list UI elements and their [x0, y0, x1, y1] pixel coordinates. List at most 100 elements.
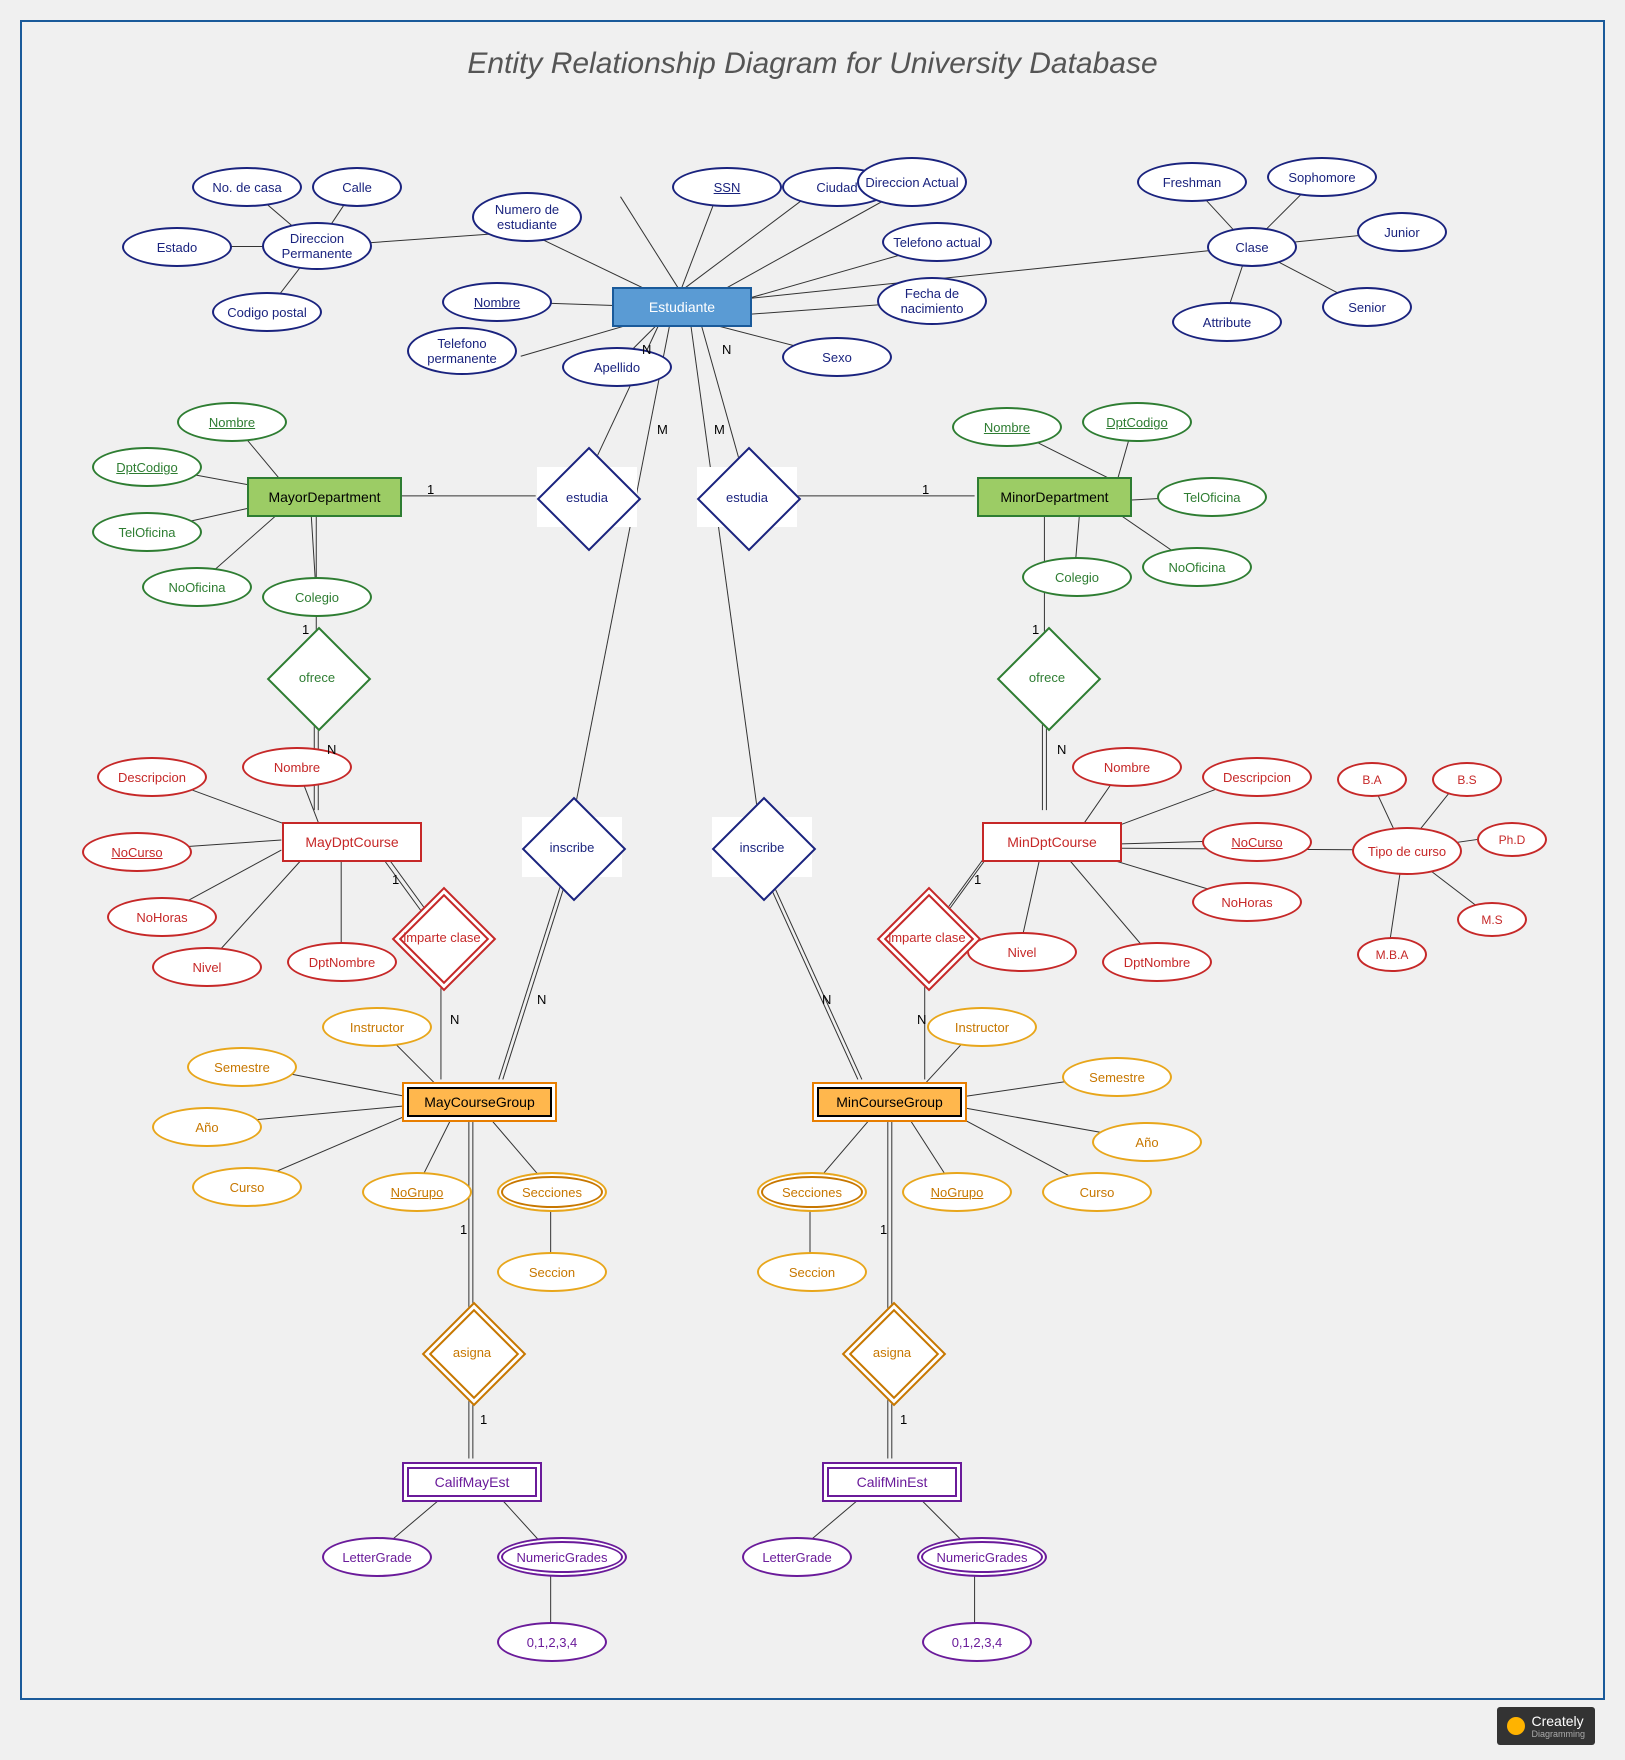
attr-minc-descripcion: Descripcion — [1202, 757, 1312, 797]
rel-inscribe-right: inscribe — [712, 817, 812, 877]
card-n2: N — [722, 342, 731, 357]
card-n3: N — [327, 742, 336, 757]
card-one4: 1 — [1032, 622, 1039, 637]
card-m2: M — [714, 422, 725, 437]
card-n6: N — [917, 1012, 926, 1027]
rel-ofrece-right: ofrece — [997, 647, 1097, 707]
attr-dir-actual: Direccion Actual — [857, 157, 967, 207]
entity-calif-min: CalifMinEst — [822, 1462, 962, 1502]
attr-mba: M.B.A — [1357, 937, 1427, 972]
attr-dir-perm: Direccion Permanente — [262, 222, 372, 270]
card-n4: N — [1057, 742, 1066, 757]
creately-logo: Creately Diagramming — [1497, 1707, 1595, 1745]
attr-calle: Calle — [312, 167, 402, 207]
attr-ming-secciones: Secciones — [757, 1172, 867, 1212]
attr-mayor-dptcodigo: DptCodigo — [92, 447, 202, 487]
entity-min-group: MinCourseGroup — [812, 1082, 967, 1122]
entity-calif-may: CalifMayEst — [402, 1462, 542, 1502]
card-n8: N — [822, 992, 831, 1007]
attr-calmin-letter: LetterGrade — [742, 1537, 852, 1577]
attr-mayc-descripcion: Descripcion — [97, 757, 207, 797]
attr-ming-curso: Curso — [1042, 1172, 1152, 1212]
rel-ofrece-left: ofrece — [267, 647, 367, 707]
entity-mayor-dept: MayorDepartment — [247, 477, 402, 517]
attr-mayor-colegio: Colegio — [262, 577, 372, 617]
attr-attribute: Attribute — [1172, 302, 1282, 342]
attr-mayg-instructor: Instructor — [322, 1007, 432, 1047]
attr-mayc-nohoras: NoHoras — [107, 897, 217, 937]
card-one5: 1 — [392, 872, 399, 887]
card-one1: 1 — [427, 482, 434, 497]
attr-calmay-numeric: NumericGrades — [497, 1537, 627, 1577]
attr-minor-colegio: Colegio — [1022, 557, 1132, 597]
attr-minor-nooficina: NoOficina — [1142, 547, 1252, 587]
attr-mayc-dptnombre: DptNombre — [287, 942, 397, 982]
attr-ming-nogrupo: NoGrupo — [902, 1172, 1012, 1212]
attr-mayc-nocurso: NoCurso — [82, 832, 192, 872]
attr-ming-ano: Año — [1092, 1122, 1202, 1162]
card-one3: 1 — [302, 622, 309, 637]
card-one9: 1 — [480, 1412, 487, 1427]
card-one2: 1 — [922, 482, 929, 497]
attr-senior: Senior — [1322, 287, 1412, 327]
attr-nombre: Nombre — [442, 282, 552, 322]
attr-mayg-seccion: Seccion — [497, 1252, 607, 1292]
attr-ms: M.S — [1457, 902, 1527, 937]
card-one8: 1 — [880, 1222, 887, 1237]
attr-tel-perm: Telefono permanente — [407, 327, 517, 375]
rel-estudia-right: estudia — [697, 467, 797, 527]
card-one10: 1 — [900, 1412, 907, 1427]
diagram-frame: Entity Relationship Diagram for Universi… — [20, 20, 1605, 1700]
attr-apellido: Apellido — [562, 347, 672, 387]
attr-phd: Ph.D — [1477, 822, 1547, 857]
card-n7: N — [537, 992, 546, 1007]
attr-mayg-curso: Curso — [192, 1167, 302, 1207]
attr-minc-nombre: Nombre — [1072, 747, 1182, 787]
attr-mayg-secciones: Secciones — [497, 1172, 607, 1212]
entity-estudiante: Estudiante — [612, 287, 752, 327]
diagram-title: Entity Relationship Diagram for Universi… — [22, 47, 1603, 81]
attr-ming-seccion: Seccion — [757, 1252, 867, 1292]
attr-no-casa: No. de casa — [192, 167, 302, 207]
attr-ming-instructor: Instructor — [927, 1007, 1037, 1047]
rel-inscribe-left: inscribe — [522, 817, 622, 877]
attr-calmin-values: 0,1,2,3,4 — [922, 1622, 1032, 1662]
attr-calmay-letter: LetterGrade — [322, 1537, 432, 1577]
entity-may-course: MayDptCourse — [282, 822, 422, 862]
attr-minc-nohoras: NoHoras — [1192, 882, 1302, 922]
attr-minor-dptcodigo: DptCodigo — [1082, 402, 1192, 442]
attr-minor-nombre: Nombre — [952, 407, 1062, 447]
card-n5: N — [450, 1012, 459, 1027]
bulb-icon — [1507, 1717, 1525, 1735]
card-one7: 1 — [460, 1222, 467, 1237]
entity-may-group: MayCourseGroup — [402, 1082, 557, 1122]
attr-tipo-curso: Tipo de curso — [1352, 827, 1462, 875]
attr-fecha-nac: Fecha de nacimiento — [877, 277, 987, 325]
entity-minor-dept: MinorDepartment — [977, 477, 1132, 517]
attr-mayg-nogrupo: NoGrupo — [362, 1172, 472, 1212]
attr-clase: Clase — [1207, 227, 1297, 267]
attr-estado: Estado — [122, 227, 232, 267]
attr-minc-nocurso: NoCurso — [1202, 822, 1312, 862]
attr-mayg-semestre: Semestre — [187, 1047, 297, 1087]
card-one6: 1 — [974, 872, 981, 887]
rel-estudia-left: estudia — [537, 467, 637, 527]
attr-minc-dptnombre: DptNombre — [1102, 942, 1212, 982]
attr-num-estudiante: Numero de estudiante — [472, 192, 582, 242]
attr-minc-nivel: Nivel — [967, 932, 1077, 972]
attr-bs: B.S — [1432, 762, 1502, 797]
attr-calmin-numeric: NumericGrades — [917, 1537, 1047, 1577]
diagram-canvas: Entity Relationship Diagram for Universi… — [0, 0, 1625, 1760]
attr-mayg-ano: Año — [152, 1107, 262, 1147]
attr-mayc-nivel: Nivel — [152, 947, 262, 987]
rel-imparte-right: imparte clase — [877, 907, 977, 967]
attr-sophomore: Sophomore — [1267, 157, 1377, 197]
attr-freshman: Freshman — [1137, 162, 1247, 202]
attr-sexo: Sexo — [782, 337, 892, 377]
attr-mayor-nooficina: NoOficina — [142, 567, 252, 607]
rel-imparte-left: imparte clase — [392, 907, 492, 967]
card-m1: M — [657, 422, 668, 437]
card-n1: N — [642, 342, 651, 357]
attr-minor-teloficina: TelOficina — [1157, 477, 1267, 517]
attr-ba: B.A — [1337, 762, 1407, 797]
